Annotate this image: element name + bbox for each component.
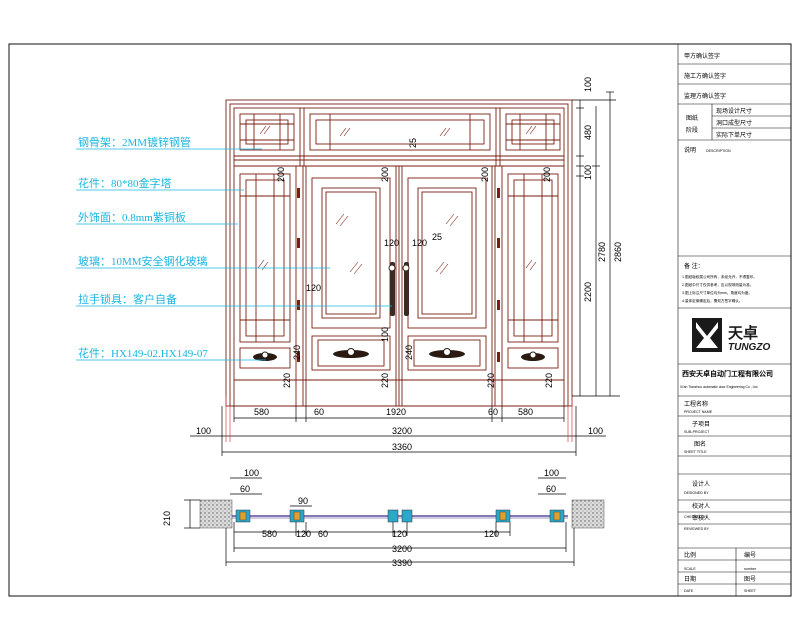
sign-construction: 施工方确认签字 bbox=[684, 72, 726, 80]
panel-label: 240 bbox=[404, 345, 414, 360]
sign-supervision: 监理方确认签字 bbox=[684, 92, 726, 100]
section-label: 120 bbox=[392, 529, 407, 539]
panel-label: 200 bbox=[380, 167, 390, 182]
annotation-glass: 玻璃：10MM安全钢化玻璃 bbox=[78, 254, 208, 268]
field-designed-by-en: DESIGNED BY bbox=[684, 491, 709, 495]
company-en: Xi'an Tianzhuo automatic door Engineerin… bbox=[680, 385, 758, 389]
field-designed-by: 设计人 bbox=[692, 480, 710, 488]
panel-label: 240 bbox=[292, 345, 302, 360]
annotation-facing: 外饰面：0.8mm紫铜板 bbox=[78, 210, 186, 224]
field-project-name-en: PROJECT NAME bbox=[684, 410, 713, 414]
panel-label: 220 bbox=[282, 373, 292, 388]
logo-en: TUNGZO bbox=[728, 342, 770, 353]
left-margin-label: 100 bbox=[196, 426, 211, 436]
width-label: 580 bbox=[518, 407, 533, 417]
date-label: 日期 bbox=[684, 575, 696, 583]
height-label: 480 bbox=[583, 125, 593, 140]
panel-label: 220 bbox=[544, 373, 554, 388]
right-wall-hatch bbox=[571, 499, 605, 529]
panel-label: 220 bbox=[486, 373, 496, 388]
date-label-en: DATE bbox=[684, 589, 694, 593]
width-label: 60 bbox=[314, 407, 324, 417]
section-label: 60 bbox=[546, 484, 556, 494]
logo-cn: 天卓 bbox=[728, 324, 758, 342]
panel-label: 120 bbox=[412, 238, 427, 248]
sign-party-a: 甲方确认签字 bbox=[684, 52, 720, 60]
number-label-en: number bbox=[744, 567, 757, 571]
width-label: 580 bbox=[254, 407, 269, 417]
height-label: 100 bbox=[583, 77, 593, 92]
stage-item: 实际下单尺寸 bbox=[716, 131, 752, 139]
field-project-name: 工程名称 bbox=[684, 400, 708, 408]
section-label: 580 bbox=[262, 529, 277, 539]
scale-label-en: SCALE bbox=[684, 567, 696, 571]
annotation-steel-frame: 钢骨架：2MM镀锌钢管 bbox=[78, 135, 191, 149]
width-label: 1920 bbox=[386, 407, 406, 417]
remark-line: 2.图纸中尺寸仅供参考，应以现场测量为准。 bbox=[682, 282, 753, 287]
section-label: 120 bbox=[484, 529, 499, 539]
left-wall-hatch bbox=[199, 499, 233, 529]
total-width-label: 3360 bbox=[392, 442, 412, 452]
description-label: 说明 bbox=[684, 146, 696, 154]
panel-label: 200 bbox=[542, 167, 552, 182]
height-label: 100 bbox=[583, 165, 593, 180]
sheet-number-label: 图号 bbox=[744, 576, 756, 583]
section-label: 60 bbox=[318, 529, 328, 539]
section-label: 100 bbox=[244, 468, 259, 478]
annotation-handle-lock: 拉手锁具：客户自备 bbox=[78, 292, 177, 306]
height-label: 2200 bbox=[583, 282, 593, 302]
panel-label: 200 bbox=[480, 167, 490, 182]
description-en: DESCRIPTION bbox=[706, 149, 731, 153]
inner-width-label: 3200 bbox=[392, 426, 412, 436]
door-section-plan bbox=[199, 499, 605, 529]
company-cn: 西安天卓自动门工程有限公司 bbox=[682, 369, 773, 378]
elevation-height-labels: 100 480 100 2200 2780 2860 bbox=[583, 77, 623, 302]
panel-label: 200 bbox=[276, 167, 286, 182]
drawing-stage-label-1: 图纸 bbox=[686, 114, 698, 122]
section-total-width: 3390 bbox=[392, 558, 412, 568]
field-reviewed-by-en: REVIEWED BY bbox=[684, 527, 710, 531]
number-label: 编号 bbox=[744, 551, 756, 559]
panel-label: 120 bbox=[384, 238, 399, 248]
field-sheet-title-en: SHEET TITLE bbox=[684, 450, 707, 454]
annotation-ornament: 花件：80*80金字塔 bbox=[78, 176, 172, 190]
field-reviewed-by: 审核人 bbox=[692, 514, 710, 522]
field-checked-by: 校对人 bbox=[692, 502, 710, 510]
field-sub-project-en: SUB-PROJECT bbox=[684, 430, 710, 434]
field-sub-project: 子项目 bbox=[692, 421, 710, 428]
field-sheet-title: 图名 bbox=[694, 440, 706, 448]
remarks-label: 备 注： bbox=[684, 262, 704, 270]
width-label: 60 bbox=[488, 407, 498, 417]
section-inner-width: 3200 bbox=[392, 544, 412, 554]
stage-item: 洞口成型尺寸 bbox=[716, 119, 752, 127]
remark-line: 4.量体定案确定后，需双方签字确认。 bbox=[682, 298, 743, 303]
scale-label: 比例 bbox=[684, 551, 696, 559]
right-margin-label: 100 bbox=[588, 426, 603, 436]
section-label: 90 bbox=[298, 496, 308, 506]
sheet-number-label-en: SHEET bbox=[744, 589, 757, 593]
panel-label: 100 bbox=[380, 327, 390, 342]
height-label: 2780 bbox=[597, 242, 607, 262]
section-label: 100 bbox=[544, 468, 559, 478]
cad-drawing-sheet: 200 200 200 200 120 25 120 120 100 240 2… bbox=[8, 43, 792, 597]
section-label: 120 bbox=[296, 529, 311, 539]
drawing-stage-label-2: 阶段 bbox=[686, 126, 698, 134]
panel-label: 120 bbox=[306, 283, 321, 293]
section-depth-label: 210 bbox=[162, 511, 172, 526]
elevation-width-labels: 580 60 1920 60 580 100 100 3200 3360 bbox=[196, 407, 603, 452]
panel-label: 25 bbox=[432, 232, 442, 242]
transom-mid-label: 25 bbox=[408, 138, 418, 148]
door-elevation bbox=[225, 99, 573, 407]
company-logo: 天卓 TUNGZO bbox=[692, 318, 770, 353]
sheet-border bbox=[8, 43, 792, 597]
panel-label: 220 bbox=[380, 373, 390, 388]
remark-line: 1.图纸版权属公司所有，未经允许，不得复印。 bbox=[682, 274, 757, 279]
annotation-flower-parts: 花件：HX149-02.HX149-07 bbox=[78, 347, 208, 360]
stage-item: 现场设计尺寸 bbox=[716, 107, 752, 115]
remark-line: 3.图上标注尺寸单位均为mm，角度均为度。 bbox=[682, 290, 752, 295]
section-label: 60 bbox=[240, 484, 250, 494]
height-label: 2860 bbox=[613, 242, 623, 262]
